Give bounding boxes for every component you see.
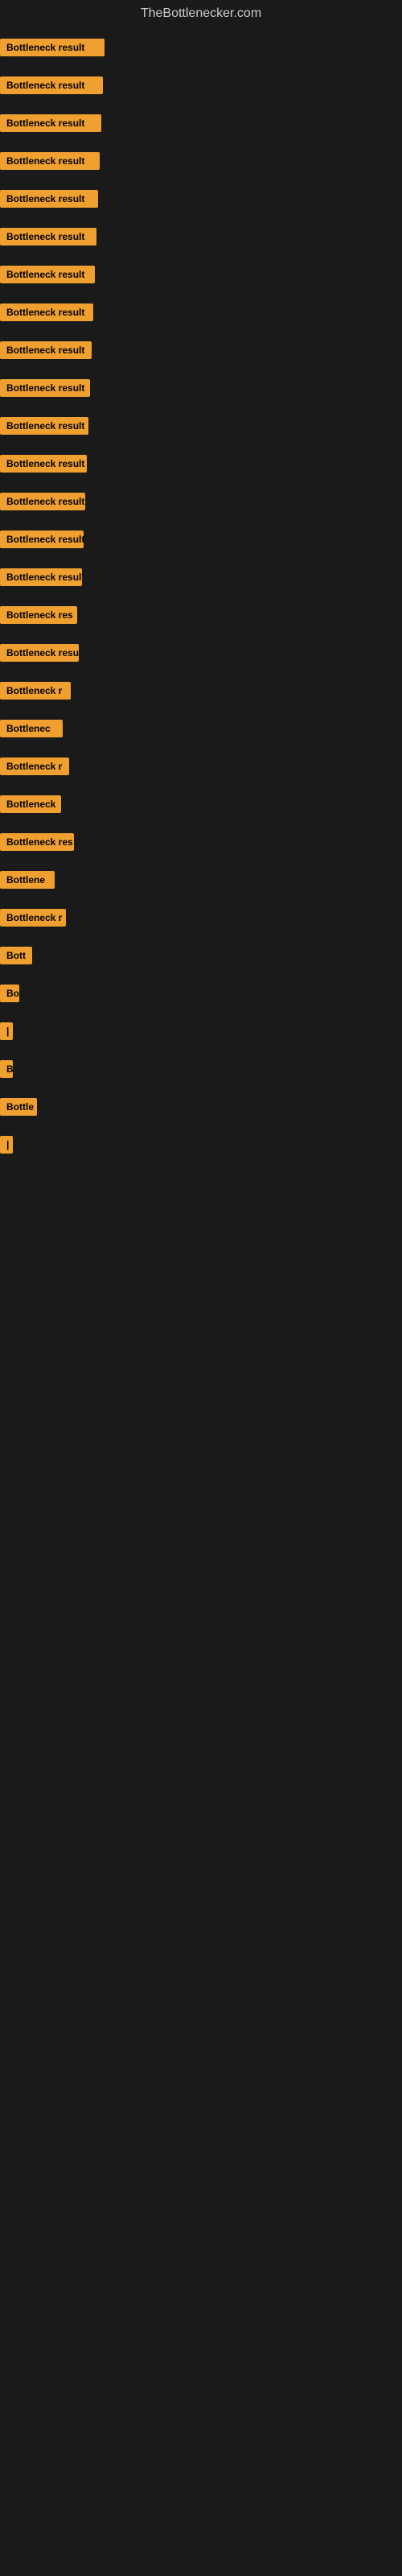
bottleneck-result-badge: Bottleneck r [0,682,71,700]
bottleneck-result-badge: Bottleneck result [0,341,92,359]
bottleneck-result-badge: Bottleneck result [0,190,98,208]
bottleneck-result-badge: Bottlene [0,871,55,889]
list-item: B [0,1052,402,1090]
list-item: Bottleneck result [0,560,402,598]
list-item: Bo [0,976,402,1014]
list-item: Bottleneck result [0,636,402,674]
bottleneck-result-badge: B [0,1060,13,1078]
bottleneck-result-badge: Bottleneck result [0,152,100,170]
list-item: Bottleneck res [0,598,402,636]
list-item: Bottleneck result [0,522,402,560]
bottleneck-result-badge: Bottleneck result [0,114,101,132]
list-item: Bottleneck result [0,182,402,220]
list-item: Bottleneck r [0,901,402,939]
bottleneck-result-badge: Bottleneck result [0,303,93,321]
list-item: Bottleneck result [0,447,402,485]
list-item: Bottleneck result [0,68,402,106]
bottleneck-result-badge: Bottleneck result [0,568,82,586]
site-title: TheBottlenecker.com [0,0,402,31]
bottleneck-result-badge: | [0,1136,13,1154]
bottleneck-result-badge: Bottleneck result [0,493,85,510]
list-item: Bottleneck result [0,106,402,144]
list-item: Bottleneck r [0,674,402,712]
bottleneck-result-badge: Bottleneck result [0,39,105,56]
list-item: Bottleneck result [0,258,402,295]
bottleneck-result-badge: Bottlenec [0,720,63,737]
list-item: Bottleneck result [0,409,402,447]
bottleneck-result-badge: Bottleneck result [0,644,79,662]
list-item: Bottlene [0,863,402,901]
list-item: Bottleneck result [0,31,402,68]
bottleneck-result-badge: Bottleneck result [0,417,88,435]
bottleneck-result-badge: Bottleneck res [0,606,77,624]
bottleneck-result-badge: Bo [0,985,19,1002]
bottleneck-result-badge: Bottleneck result [0,379,90,397]
list-item: Bottleneck r [0,749,402,787]
list-item: Bottleneck result [0,144,402,182]
list-item: Bottleneck res [0,825,402,863]
bottleneck-result-badge: Bottleneck result [0,228,96,246]
list-item: Bott [0,939,402,976]
bottleneck-result-badge: Bottleneck result [0,76,103,94]
bottleneck-result-badge: Bottleneck res [0,833,74,851]
list-item: | [0,1014,402,1052]
bottleneck-result-badge: Bottleneck r [0,909,66,927]
list-item: Bottle [0,1090,402,1128]
list-item: Bottleneck result [0,485,402,522]
bottleneck-result-badge: Bottle [0,1098,37,1116]
bottleneck-result-badge: Bottleneck result [0,530,84,548]
list-item: Bottleneck result [0,333,402,371]
bottleneck-result-badge: Bottleneck result [0,455,87,473]
list-item: Bottleneck result [0,295,402,333]
bottleneck-result-badge: Bott [0,947,32,964]
bottleneck-result-badge: Bottleneck r [0,758,69,775]
list-item: Bottleneck result [0,220,402,258]
bottleneck-result-badge: | [0,1022,13,1040]
list-item: Bottleneck result [0,371,402,409]
list-item: Bottleneck [0,787,402,825]
list-item: Bottlenec [0,712,402,749]
bottleneck-result-badge: Bottleneck [0,795,61,813]
list-item: | [0,1128,402,1166]
bottleneck-result-badge: Bottleneck result [0,266,95,283]
